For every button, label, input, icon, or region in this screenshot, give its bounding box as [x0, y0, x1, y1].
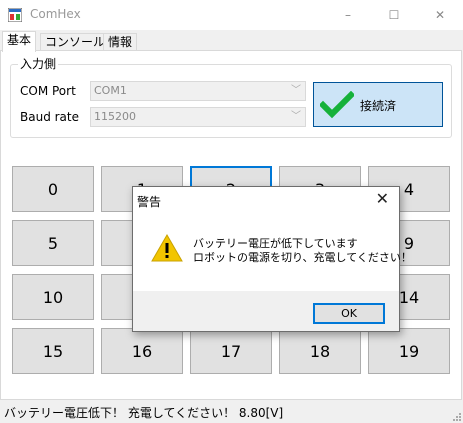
number-button-10[interactable]: 10 [12, 274, 94, 320]
connect-button[interactable]: 接続済 [313, 82, 443, 127]
warning-dialog: 警告 ✕ バッテリー電圧が低下しています ロボットの電源を切り、充電してください… [132, 186, 412, 332]
maximize-icon: ☐ [388, 8, 400, 22]
ok-button[interactable]: OK [313, 303, 385, 324]
status-text: バッテリー電圧低下！ 充電してください！ 8.80[V] [4, 406, 284, 420]
dialog-title: 警告 [137, 195, 162, 209]
com-port-value: COM1 [94, 84, 127, 97]
resize-grip-icon[interactable] [451, 411, 461, 421]
chevron-down-icon: ﹀ [291, 111, 301, 122]
chevron-down-icon: ﹀ [291, 85, 301, 96]
dialog-message-line2: ロボットの電源を切り、充電してください！ [193, 251, 412, 264]
baud-rate-value: 115200 [94, 110, 136, 123]
dialog-body: バッテリー電圧が低下しています ロボットの電源を切り、充電してください！ [133, 213, 412, 291]
number-button-17[interactable]: 17 [190, 328, 272, 374]
input-group-title: 入力側 [18, 55, 59, 72]
close-icon: ✕ [434, 8, 446, 22]
tab-console[interactable]: コンソール [40, 33, 111, 51]
com-port-select[interactable]: COM1 ﹀ [90, 81, 306, 101]
dialog-message: バッテリー電圧が低下しています ロボットの電源を切り、充電してください！ [193, 237, 412, 265]
number-button-15[interactable]: 15 [12, 328, 94, 374]
connect-label: 接続済 [360, 99, 397, 113]
window-title: ComHex [30, 7, 81, 21]
dialog-footer: OK [133, 291, 399, 331]
baud-rate-select[interactable]: 115200 ﹀ [90, 107, 306, 127]
com-port-label: COM Port [20, 84, 76, 98]
tab-info[interactable]: 情報 [103, 33, 138, 51]
tab-basic[interactable]: 基本 [2, 31, 37, 52]
baud-rate-label: Baud rate [20, 110, 79, 124]
number-button-0[interactable]: 0 [12, 166, 94, 212]
tab-strip: 基本 コンソール 情報 [0, 31, 463, 52]
minimize-icon: – [345, 8, 351, 22]
check-icon [320, 91, 354, 119]
dialog-close-icon[interactable]: ✕ [376, 189, 389, 208]
number-button-19[interactable]: 19 [368, 328, 450, 374]
number-button-16[interactable]: 16 [101, 328, 183, 374]
number-button-5[interactable]: 5 [12, 220, 94, 266]
warning-icon [151, 233, 183, 262]
title-bar[interactable]: ComHex – ☐ ✕ [0, 0, 463, 30]
app-icon [8, 8, 22, 22]
dialog-message-line1: バッテリー電圧が低下しています [193, 237, 358, 250]
number-button-18[interactable]: 18 [279, 328, 361, 374]
main-window: ComHex – ☐ ✕ 基本 コンソール 情報 入力側 COM Port CO… [0, 0, 463, 423]
maximize-button[interactable]: ☐ [371, 0, 417, 30]
status-bar: バッテリー電圧低下！ 充電してください！ 8.80[V] [0, 400, 463, 423]
minimize-button[interactable]: – [325, 0, 371, 30]
close-button[interactable]: ✕ [417, 0, 463, 30]
